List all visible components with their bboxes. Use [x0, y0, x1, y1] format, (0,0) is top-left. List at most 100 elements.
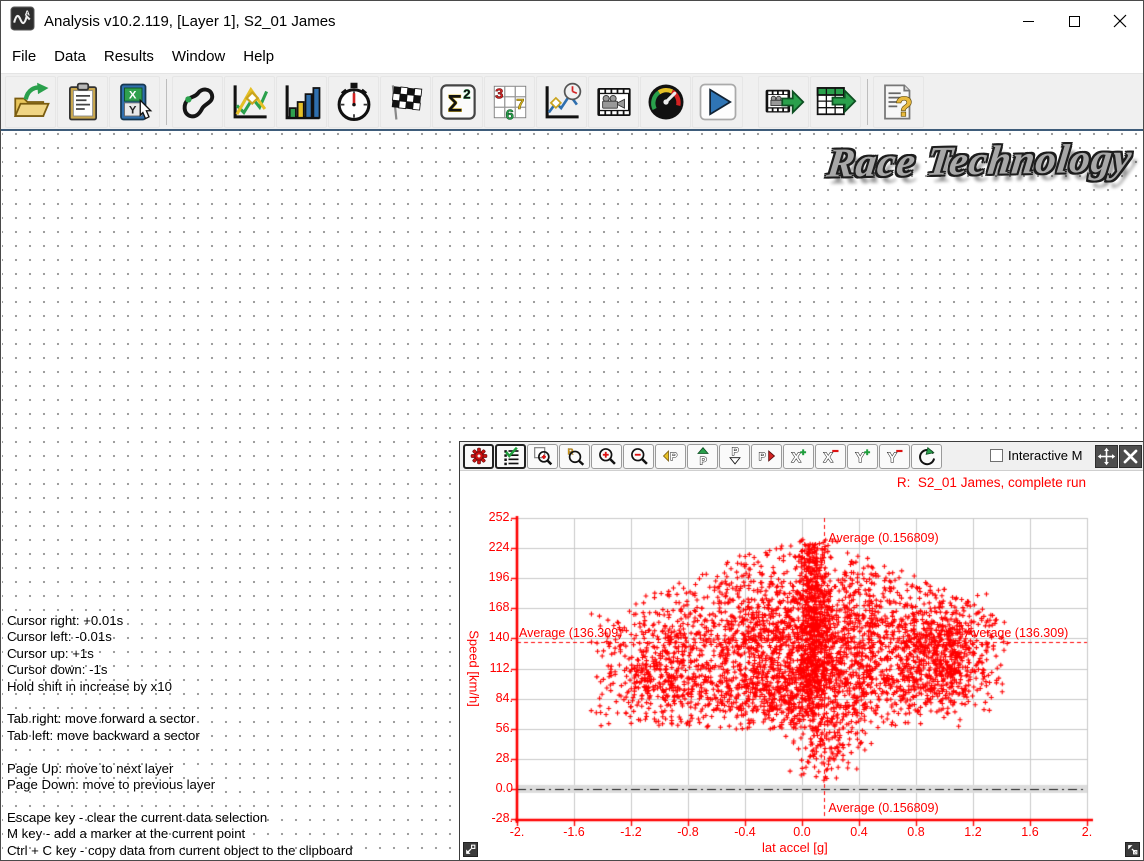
menu-help[interactable]: Help	[234, 46, 283, 67]
xy-graph-icon	[229, 81, 271, 123]
xy-table-icon: XY	[114, 81, 156, 123]
x-minus-icon: X	[821, 446, 841, 466]
histogram-icon	[281, 81, 323, 123]
menu-data[interactable]: Data	[45, 46, 95, 67]
zoom-window-button[interactable]	[527, 444, 558, 469]
menu-window[interactable]: Window	[163, 46, 234, 67]
svg-text:P: P	[731, 446, 738, 458]
application-window: A Analysis v10.2.119, [Layer 1], S2_01 J…	[0, 0, 1144, 861]
toolbar-button-time-graph[interactable]	[536, 76, 587, 128]
help-document-icon: ?	[878, 81, 920, 123]
video-camera-icon	[593, 81, 635, 123]
toolbar-button-lap-timer[interactable]	[328, 76, 379, 128]
maximize-button[interactable]	[1051, 2, 1097, 40]
title-bar: A Analysis v10.2.119, [Layer 1], S2_01 J…	[1, 1, 1143, 41]
svg-text:X: X	[128, 89, 136, 101]
time-graph-icon	[541, 81, 583, 123]
toolbar-button-open-report[interactable]	[57, 76, 108, 128]
help-line: Cursor right: +0.01s	[7, 613, 353, 629]
toolbar-button-dashboard[interactable]	[640, 76, 691, 128]
zoom-out-icon	[629, 446, 649, 466]
sector-previous-button[interactable]: P	[655, 444, 686, 469]
play-icon	[697, 81, 739, 123]
plot-move-button[interactable]	[1095, 445, 1118, 468]
menu-results[interactable]: Results	[95, 46, 163, 67]
display-options-button[interactable]	[495, 444, 526, 469]
svg-text:Y: Y	[887, 450, 897, 466]
previous-sector-icon: P	[661, 446, 681, 466]
menu-bar: File Data Results Window Help	[1, 41, 1143, 73]
window-title: Analysis v10.2.119, [Layer 1], S2_01 Jam…	[44, 13, 1005, 30]
toolbar-button-run-playback[interactable]	[692, 76, 743, 128]
svg-text:2: 2	[463, 86, 470, 101]
y-scale-contract-button[interactable]: Y	[879, 444, 910, 469]
svg-text:Σ: Σ	[447, 90, 462, 117]
y-minus-icon: Y	[885, 446, 905, 466]
help-line: Hold shift in increase by x10	[7, 679, 353, 695]
plot-resize-grip-left[interactable]	[463, 842, 478, 857]
export-table-icon	[815, 81, 857, 123]
sector-down-button[interactable]: P	[719, 444, 750, 469]
svg-text:P: P	[758, 451, 765, 463]
help-line: Tab left: move backward a sector	[7, 728, 353, 744]
svg-text:Y: Y	[855, 450, 865, 466]
reset-view-button[interactable]	[911, 444, 942, 469]
reset-rotate-icon	[917, 446, 937, 466]
scatter-plot-window: R P P P P	[459, 441, 1144, 861]
plot-close-button[interactable]	[1119, 445, 1142, 468]
toolbar-button-checkered-flag[interactable]	[380, 76, 431, 128]
svg-text:6: 6	[505, 107, 513, 123]
zoom-out-button[interactable]	[623, 444, 654, 469]
close-icon	[1113, 14, 1127, 28]
svg-text:?: ?	[895, 91, 912, 122]
toolbar-button-xy-data-values[interactable]: XY	[109, 76, 160, 128]
sigma-squared-icon: Σ2	[437, 81, 479, 123]
app-icon: A	[10, 6, 35, 36]
interactive-mode-label: Interactive M	[1008, 448, 1082, 463]
toolbar-separator	[166, 79, 167, 125]
toolbar-button-histogram[interactable]	[276, 76, 327, 128]
toolbar-button-export-video[interactable]	[758, 76, 809, 128]
close-button[interactable]	[1097, 2, 1143, 40]
sector-down-icon: P	[725, 446, 745, 466]
main-toolbar: XY Σ2 367	[1, 73, 1143, 131]
interactive-mode-checkbox[interactable]	[990, 449, 1003, 462]
scatter-plot-canvas[interactable]	[460, 471, 1144, 860]
close-x-icon	[1121, 447, 1140, 466]
help-line	[7, 744, 353, 760]
gauge-icon	[645, 81, 687, 123]
help-line: Ctrl + C key - copy data from current ob…	[7, 843, 353, 859]
svg-text:3: 3	[495, 86, 503, 102]
y-scale-expand-button[interactable]: Y	[847, 444, 878, 469]
svg-text:X: X	[823, 450, 833, 466]
help-line	[7, 695, 353, 711]
load-data-icon	[10, 81, 52, 123]
help-line: Escape key - clear the current data sele…	[7, 810, 353, 826]
resize-grip-icon	[464, 843, 477, 856]
menu-file[interactable]: File	[3, 46, 45, 67]
toolbar-button-video[interactable]	[588, 76, 639, 128]
track-map-icon	[177, 81, 219, 123]
svg-text:P: P	[699, 455, 706, 466]
zoom-in-button[interactable]	[591, 444, 622, 469]
plot-toolbar: R P P P P	[460, 442, 1144, 471]
x-scale-expand-button[interactable]: X	[783, 444, 814, 469]
toolbar-button-track-map[interactable]	[172, 76, 223, 128]
help-line: Page Down: move to previous layer	[7, 777, 353, 793]
plot-settings-button[interactable]	[463, 444, 494, 469]
toolbar-button-load-data[interactable]	[5, 76, 56, 128]
minimize-icon	[1023, 21, 1034, 22]
toolbar-button-export-data[interactable]	[810, 76, 861, 128]
sector-up-button[interactable]: P	[687, 444, 718, 469]
toolbar-button-xy-graph[interactable]	[224, 76, 275, 128]
zoom-reset-button[interactable]: R	[559, 444, 590, 469]
toolbar-button-statistics[interactable]: Σ2	[432, 76, 483, 128]
resize-grip-icon	[1126, 843, 1139, 856]
plot-resize-grip-right[interactable]	[1125, 842, 1140, 857]
toolbar-button-help[interactable]: ?	[873, 76, 924, 128]
toolbar-button-sector-times[interactable]: 367	[484, 76, 535, 128]
sector-next-button[interactable]: P	[751, 444, 782, 469]
maximize-icon	[1069, 16, 1080, 27]
x-scale-contract-button[interactable]: X	[815, 444, 846, 469]
minimize-button[interactable]	[1005, 2, 1051, 40]
